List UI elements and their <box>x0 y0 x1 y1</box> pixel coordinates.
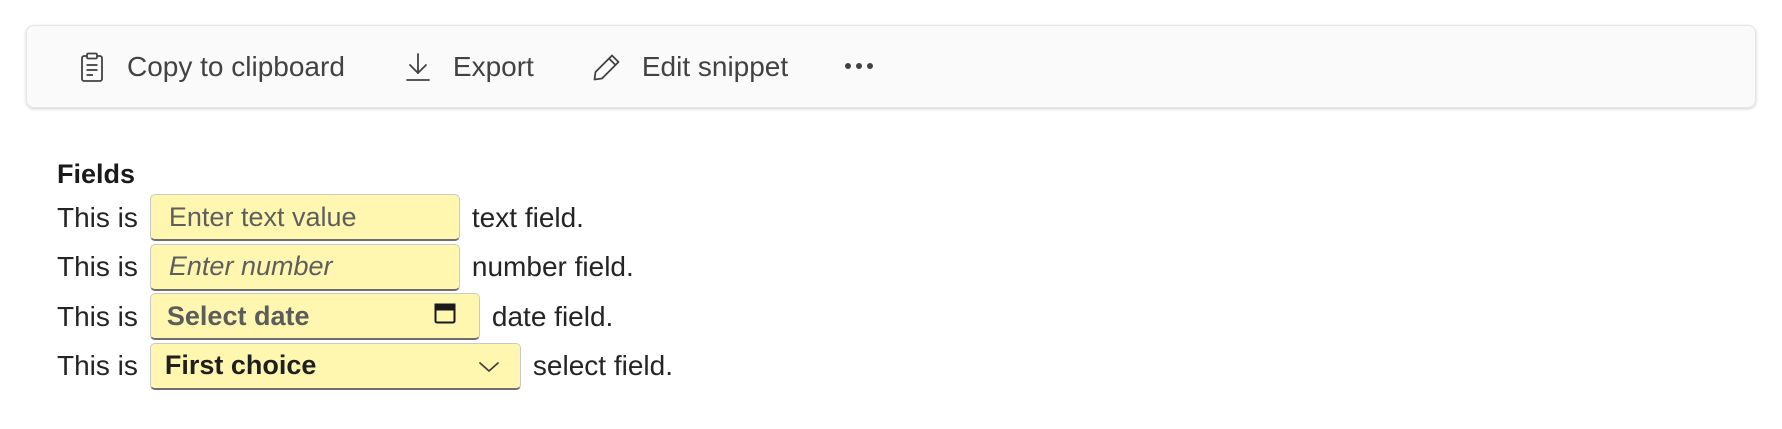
edit-snippet-label: Edit snippet <box>641 50 789 82</box>
export-label: Export <box>452 50 534 82</box>
toolbar: Copy to clipboard Export Edit snippet <box>26 25 1756 108</box>
number-field-suffix: number field. <box>471 251 634 283</box>
fields-section: Fields This is Enter text value text fie… <box>57 155 673 391</box>
fields-heading: Fields <box>57 159 136 189</box>
text-input-placeholder: Enter text value <box>168 201 357 232</box>
date-field-row: This is Select date date field. <box>57 292 673 342</box>
text-field-suffix: text field. <box>471 201 584 233</box>
date-field-suffix: date field. <box>491 300 614 332</box>
number-input[interactable]: Enter number <box>149 243 460 291</box>
copy-to-clipboard-button[interactable]: Copy to clipboard <box>75 41 345 93</box>
select-field-row: This is First choice select field. <box>57 342 673 392</box>
number-input-placeholder: Enter number <box>168 251 333 282</box>
more-options-button[interactable] <box>844 41 874 93</box>
row-prefix: This is <box>57 350 138 382</box>
select-dropdown[interactable]: First choice <box>149 342 521 390</box>
edit-snippet-button[interactable]: Edit snippet <box>590 41 788 93</box>
date-input-placeholder: Select date <box>166 300 310 331</box>
export-button[interactable]: Export <box>401 41 534 93</box>
row-prefix: This is <box>57 201 138 233</box>
chevron-down-icon <box>478 350 500 381</box>
text-field-row: This is Enter text value text field. <box>57 193 673 243</box>
clipboard-icon <box>75 50 109 84</box>
calendar-icon[interactable] <box>433 301 457 332</box>
select-field-suffix: select field. <box>532 350 673 382</box>
more-horizontal-icon <box>844 58 874 76</box>
text-input[interactable]: Enter text value <box>149 194 460 242</box>
download-icon <box>401 50 435 84</box>
row-prefix: This is <box>57 251 138 283</box>
number-field-row: This is Enter number number field. <box>57 243 673 293</box>
select-value: First choice <box>164 350 317 381</box>
copy-to-clipboard-label: Copy to clipboard <box>127 50 345 82</box>
row-prefix: This is <box>57 300 138 332</box>
date-input[interactable]: Select date <box>149 293 480 341</box>
pencil-icon <box>590 50 624 84</box>
